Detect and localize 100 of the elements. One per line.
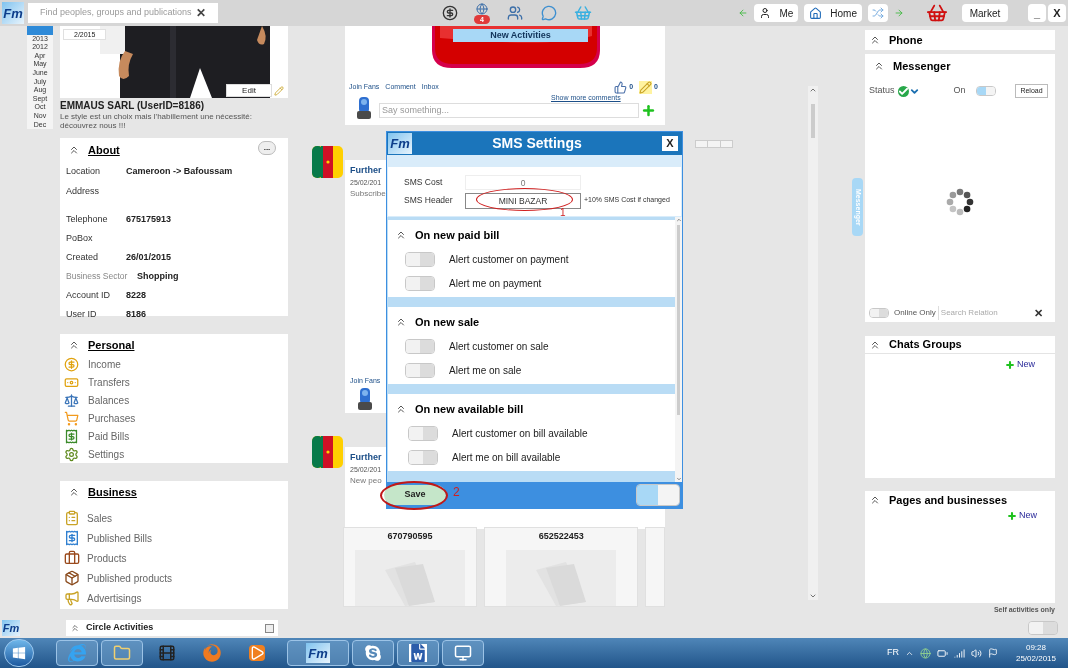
menu-item[interactable]: Settings xyxy=(64,445,284,463)
network-tray-icon[interactable] xyxy=(919,647,931,659)
collapse-icon[interactable] xyxy=(395,403,407,415)
globe-icon[interactable] xyxy=(474,2,489,15)
language-indicator[interactable]: FR xyxy=(886,646,899,660)
comment-icon[interactable] xyxy=(639,80,653,94)
logo: Fm xyxy=(388,133,412,154)
collapse-icon[interactable] xyxy=(873,60,885,72)
cart-icon xyxy=(64,410,79,426)
scrollbar[interactable] xyxy=(808,86,818,600)
save-button[interactable]: Save xyxy=(384,485,446,505)
nav-button[interactable]: Me xyxy=(754,4,799,22)
scroll-up-icon[interactable] xyxy=(675,217,682,223)
basket-icon[interactable] xyxy=(573,4,592,22)
circle-activities-bar[interactable]: Circle Activities xyxy=(66,620,278,636)
scroll-down-icon[interactable] xyxy=(809,592,817,600)
menu-item[interactable]: Sales xyxy=(64,508,284,528)
sms-header-field[interactable]: MINI BAZAR xyxy=(465,192,581,209)
add-icon[interactable] xyxy=(641,103,656,118)
collapse-icon[interactable] xyxy=(869,34,881,46)
new-button[interactable]: New xyxy=(1005,358,1035,372)
checkbox[interactable] xyxy=(265,623,274,633)
menu-item[interactable]: Purchases xyxy=(64,409,284,427)
battery-icon[interactable] xyxy=(936,647,948,659)
menu-item[interactable]: Transfers xyxy=(64,373,284,391)
field-value: Cameroon -> Bafoussam xyxy=(126,164,233,178)
contact-card[interactable]: 670790595 xyxy=(343,527,477,607)
flag-icon xyxy=(312,436,343,468)
collapse-icon[interactable] xyxy=(68,339,80,351)
toggle-switch[interactable] xyxy=(405,275,435,291)
chat-app-icon xyxy=(364,644,382,662)
card-title: Pages and businesses xyxy=(889,492,1007,508)
pencil-icon[interactable] xyxy=(274,86,284,96)
close-button[interactable]: X xyxy=(662,136,678,151)
sms-cost-field[interactable]: 0 xyxy=(465,174,581,190)
collapse-icon[interactable] xyxy=(68,144,80,156)
package-icon xyxy=(64,570,80,586)
menu-item[interactable]: Paid Bills xyxy=(64,427,284,445)
field-label: User ID xyxy=(66,307,98,321)
collapse-icon[interactable] xyxy=(395,229,407,241)
toggle-switch[interactable] xyxy=(1028,621,1058,635)
field-label: PoBox xyxy=(66,231,94,245)
more-button[interactable]: ... xyxy=(258,141,276,155)
toggle-switch[interactable] xyxy=(405,362,435,378)
option-label: Alert me on payment xyxy=(449,276,542,291)
taskbar-app-button[interactable] xyxy=(442,640,484,666)
toggle-switch[interactable] xyxy=(405,251,435,267)
contact-phone: 652522453 xyxy=(538,530,584,543)
menu-item[interactable]: Published Bills xyxy=(64,528,284,548)
toggle-switch[interactable] xyxy=(405,338,435,354)
collapse-icon[interactable] xyxy=(395,316,407,328)
market-button[interactable]: Market xyxy=(962,4,1008,22)
contact-card[interactable]: 652522453 xyxy=(483,527,639,607)
close-button[interactable]: X xyxy=(1048,4,1066,22)
toggle-switch[interactable] xyxy=(636,484,680,506)
flag-tray-icon[interactable] xyxy=(987,648,998,658)
scroll-up-icon[interactable] xyxy=(809,86,817,94)
volume-icon[interactable] xyxy=(970,647,982,659)
menu-item[interactable]: Advertisings xyxy=(64,588,284,608)
avatar-icon xyxy=(355,386,375,412)
clear-button[interactable]: ✕ xyxy=(196,4,206,22)
collapse-icon[interactable] xyxy=(68,486,80,498)
minimize-button[interactable]: _ xyxy=(1028,4,1046,22)
menu-item[interactable]: Income xyxy=(64,355,284,373)
toggle-switch[interactable] xyxy=(408,449,438,465)
start-button[interactable] xyxy=(4,639,34,667)
taskbar-app-button[interactable]: Fm xyxy=(287,640,349,666)
dollar-icon[interactable] xyxy=(442,5,458,21)
sync-button[interactable] xyxy=(868,4,888,22)
basket-icon[interactable] xyxy=(926,2,948,24)
flag-icon xyxy=(312,146,343,178)
option-label: Alert customer on sale xyxy=(449,339,549,354)
menu-item[interactable]: Products xyxy=(64,548,284,568)
clock[interactable]: 09:28 25/02/2015 xyxy=(1015,642,1056,664)
chat-icon[interactable] xyxy=(539,5,558,21)
like-icon[interactable] xyxy=(614,80,628,94)
taskbar-app-button[interactable] xyxy=(397,640,439,666)
activities-tab[interactable]: New Activities xyxy=(453,29,588,42)
film-icon xyxy=(158,644,176,662)
toggle-switch[interactable] xyxy=(975,86,996,96)
taskbar-app-button[interactable] xyxy=(352,640,394,666)
plus-icon xyxy=(1007,510,1017,521)
people-icon[interactable] xyxy=(505,5,524,21)
search-field[interactable]: Find peoples, groups and publications ✕ xyxy=(28,3,218,23)
field-label: Telephone xyxy=(66,212,109,226)
menu-item[interactable]: Published products xyxy=(64,568,284,588)
megaphone-icon xyxy=(64,590,80,606)
edit-button[interactable]: Edit xyxy=(226,84,272,97)
card-title: On new sale xyxy=(415,314,480,330)
toggle-switch[interactable] xyxy=(408,425,438,441)
nav-button[interactable]: Home xyxy=(804,4,862,22)
field-label: SMS Header xyxy=(404,194,454,207)
menu-item[interactable]: Balances xyxy=(64,391,284,409)
scrollbar[interactable] xyxy=(675,217,682,482)
toggle-switch[interactable] xyxy=(869,308,889,318)
collapse-icon[interactable] xyxy=(869,494,881,506)
clear-button[interactable]: ✕ xyxy=(1034,304,1043,322)
signal-icon[interactable] xyxy=(953,647,965,659)
scroll-down-icon[interactable] xyxy=(675,476,682,482)
new-button[interactable]: New xyxy=(1007,509,1037,523)
